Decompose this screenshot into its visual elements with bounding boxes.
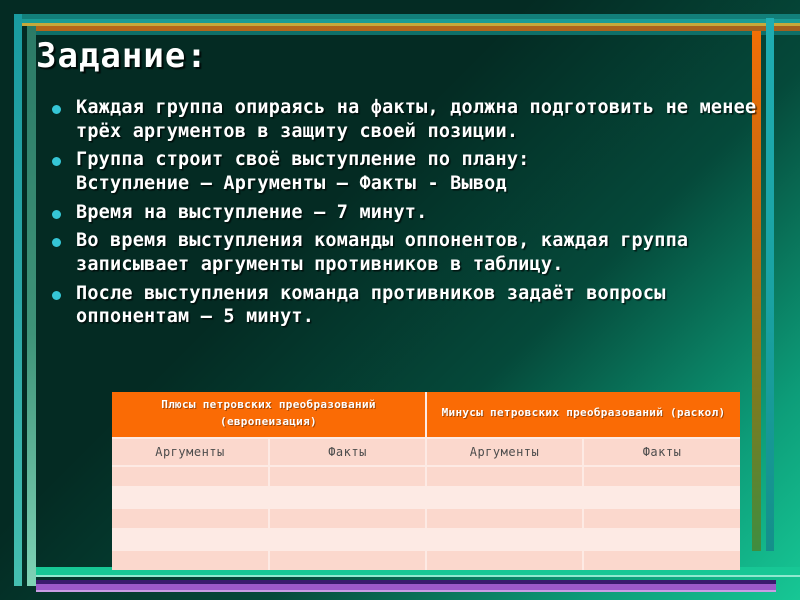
- bullet-dot-icon: [52, 105, 61, 114]
- table-cell[interactable]: [426, 528, 584, 550]
- list-item: Во время выступления команды оппонентов,…: [44, 229, 760, 276]
- table-cell[interactable]: [269, 486, 427, 508]
- frame-top-dark-teal-bar: [27, 31, 800, 35]
- table-cell[interactable]: [583, 528, 741, 550]
- table-column-header-facts-2: Факты: [583, 437, 741, 466]
- table-cell[interactable]: [269, 528, 427, 550]
- presentation-slide: Задание: Каждая группа опираясь на факты…: [0, 0, 800, 600]
- table-cell[interactable]: [583, 549, 741, 570]
- frame-bottom-purple-highlight: [36, 590, 776, 592]
- table-group-header-plus: Плюсы петровских преобразований (европеи…: [112, 392, 427, 438]
- table-row[interactable]: [112, 549, 741, 570]
- table-cell[interactable]: [112, 549, 270, 570]
- list-item: Группа строит своё выступление по плану:…: [44, 148, 760, 195]
- list-item-text: Время на выступление – 7 минут.: [76, 201, 428, 223]
- table-cell[interactable]: [583, 486, 741, 508]
- arguments-table-container: Плюсы петровских преобразований (европеи…: [112, 392, 741, 570]
- table-cell[interactable]: [112, 528, 270, 550]
- bullet-dot-icon: [52, 209, 61, 219]
- list-item: После выступления команда противников за…: [44, 282, 760, 329]
- frame-bottom-mint-highlight: [36, 575, 800, 577]
- table-cell[interactable]: [269, 465, 427, 487]
- list-item-text: Во время выступления команды оппонентов,…: [76, 230, 689, 276]
- table-cell[interactable]: [112, 486, 270, 508]
- table-cell[interactable]: [269, 507, 427, 529]
- arguments-table: Плюсы петровских преобразований (европеи…: [112, 392, 741, 570]
- list-item-text: После выступления команда противников за…: [76, 282, 666, 328]
- list-item: Каждая группа опираясь на факты, должна …: [44, 96, 760, 143]
- table-column-header-arguments-2: Аргументы: [426, 437, 584, 466]
- bullet-dot-icon: [52, 238, 61, 248]
- list-item: Время на выступление – 7 минут.: [44, 201, 760, 225]
- table-column-header-facts-1: Факты: [269, 437, 427, 466]
- table-cell[interactable]: [426, 465, 584, 487]
- table-sub-header-row: Аргументы Факты Аргументы Факты: [112, 437, 741, 466]
- bullet-list: Каждая группа опираясь на факты, должна …: [44, 96, 760, 334]
- frame-right-cyan-bar: [766, 18, 774, 551]
- table-column-header-arguments-1: Аргументы: [112, 437, 270, 466]
- slide-title: Задание:: [36, 36, 208, 76]
- table-cell[interactable]: [426, 549, 584, 570]
- frame-left-cyan-bar: [14, 14, 22, 586]
- table-cell[interactable]: [112, 507, 270, 529]
- table-row[interactable]: [112, 528, 741, 550]
- table-body: [112, 465, 741, 570]
- table-cell[interactable]: [583, 507, 741, 529]
- table-row[interactable]: [112, 507, 741, 529]
- table-cell[interactable]: [426, 507, 584, 529]
- table-cell[interactable]: [426, 486, 584, 508]
- bullet-dot-icon: [52, 290, 61, 300]
- table-cell[interactable]: [583, 465, 741, 487]
- frame-left-green-bar: [27, 26, 36, 586]
- table-row[interactable]: [112, 486, 741, 508]
- table-cell[interactable]: [269, 549, 427, 570]
- table-group-header-minus: Минусы петровских преобразований (раскол…: [426, 392, 741, 438]
- table-cell[interactable]: [112, 465, 270, 487]
- bullet-dot-icon: [52, 157, 61, 167]
- list-item-text: Группа строит своё выступление по плану:…: [76, 149, 530, 195]
- list-item-text: Каждая группа опираясь на факты, должна …: [76, 97, 757, 142]
- table-group-header-row: Плюсы петровских преобразований (европеи…: [112, 392, 741, 438]
- table-row[interactable]: [112, 465, 741, 487]
